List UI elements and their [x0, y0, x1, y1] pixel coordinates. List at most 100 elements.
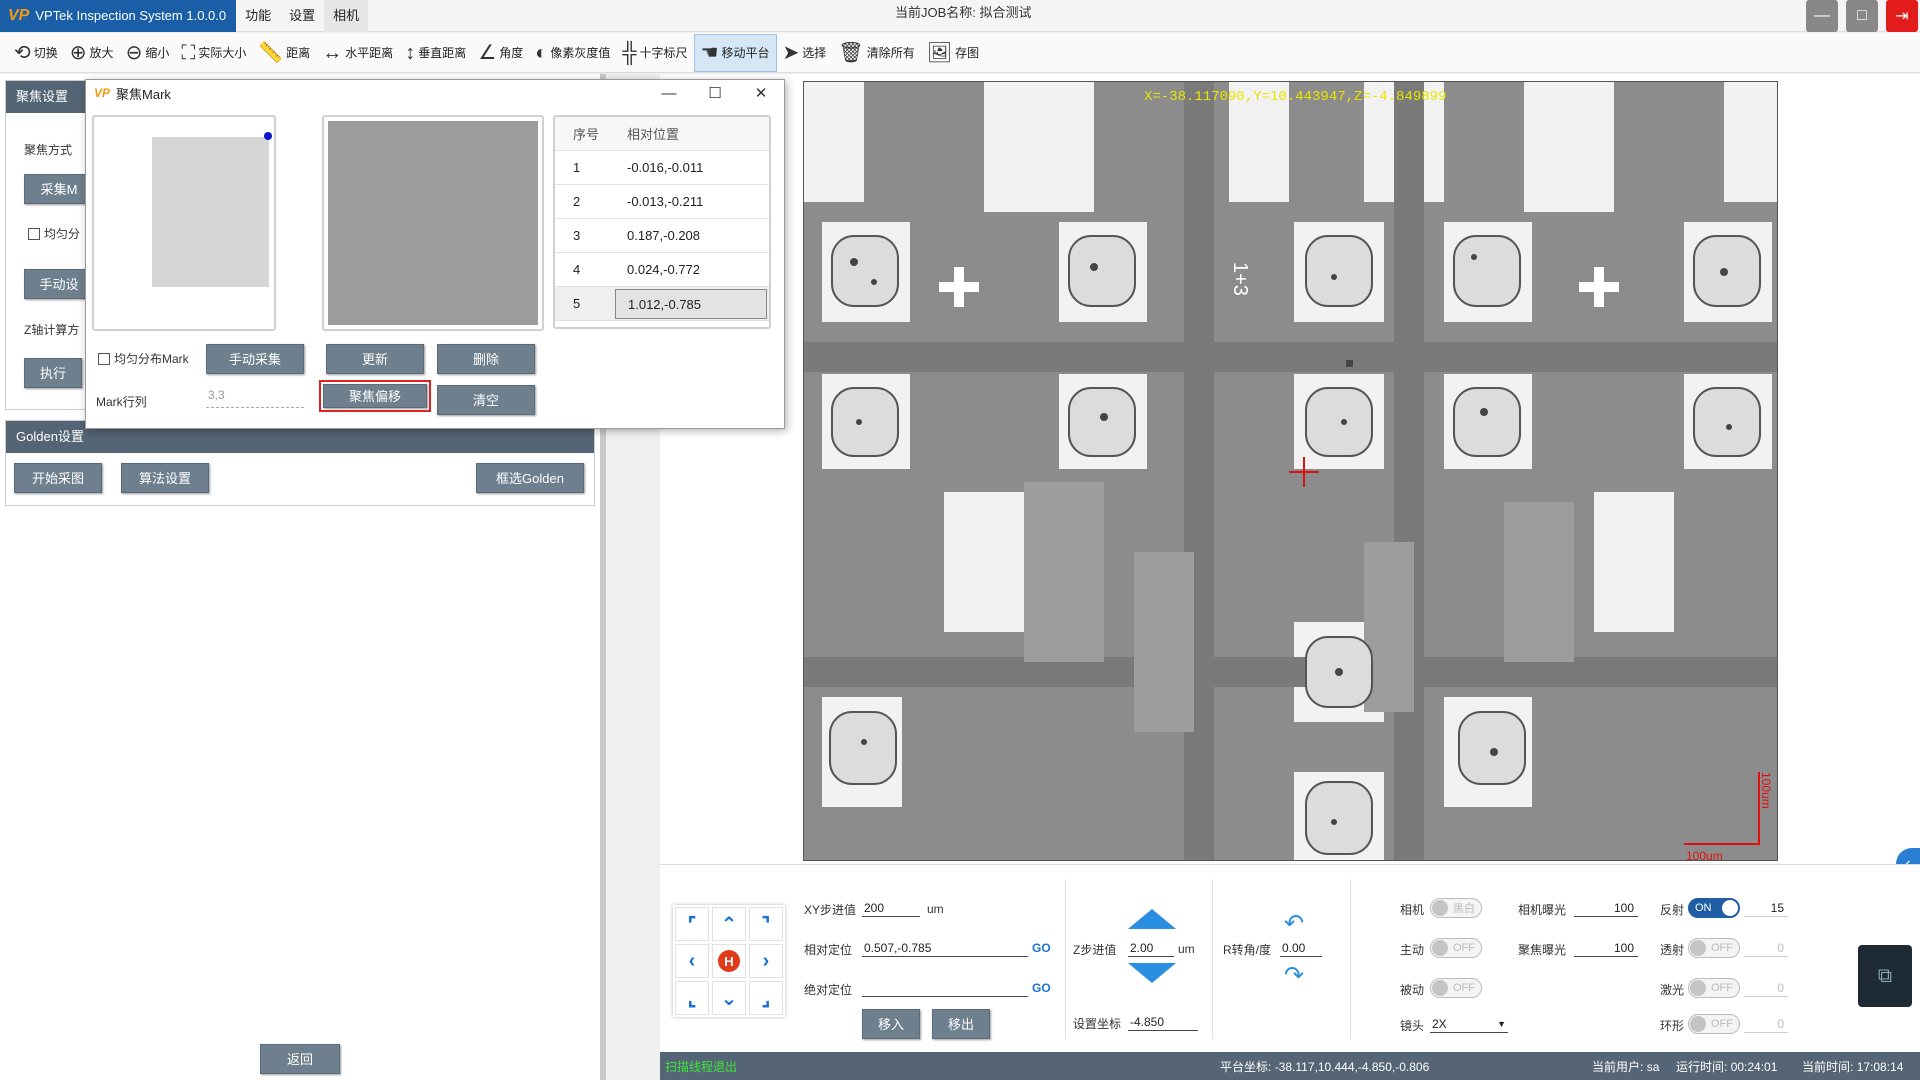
table-row[interactable]: 2 -0.013,-0.211 — [555, 185, 769, 219]
table-row[interactable]: 3 0.187,-0.208 — [555, 219, 769, 253]
collect-mark-button[interactable]: 采集M — [24, 174, 94, 204]
tool-angle-button[interactable]: ∠ 角度 — [472, 34, 529, 72]
relative-pos-input[interactable]: 0.507,-0.785 — [862, 939, 1028, 957]
jog-up-left-button[interactable]: ⌜ — [675, 907, 709, 941]
jog-up-button[interactable]: ⌃ — [712, 907, 746, 941]
zoom-out-icon: ⊖ — [125, 41, 143, 64]
manual-set-button[interactable]: 手动设 — [24, 269, 94, 299]
move-out-button[interactable]: 移出 — [932, 1009, 990, 1039]
ring-toggle[interactable]: OFF — [1688, 1014, 1740, 1034]
lens-select[interactable]: 2X ▼ — [1430, 1015, 1508, 1033]
laser-input[interactable]: 0 — [1744, 979, 1788, 997]
relative-pos-label: 相对定位 — [804, 943, 853, 957]
cam-exposure-input[interactable]: 100 — [1574, 899, 1638, 917]
move-in-button[interactable]: 移入 — [862, 1009, 920, 1039]
back-button[interactable]: 返回 — [260, 1044, 340, 1074]
transmit-input[interactable]: 0 — [1744, 939, 1788, 957]
jog-down-left-button[interactable]: ⌞ — [675, 981, 709, 1015]
even-mark-checkbox[interactable]: 均匀分布Mark — [98, 350, 189, 367]
xy-step-input[interactable]: 200 — [862, 899, 920, 917]
tool-ruler-button[interactable]: 📏 距离 — [252, 34, 316, 72]
toolbar: ⟲ 切换 ⊕ 放大 ⊖ 缩小 ⛶ 实际大小 📏 距离 ↔ 水平距离 ↕ 垂直距离 ∠ 角度 ◐ 像素灰度值 ╬ 十字标… — [0, 33, 1920, 73]
algorithm-settings-button[interactable]: 算法设置 — [121, 463, 209, 493]
tool-zoom-out-button[interactable]: ⊖ 缩小 — [120, 34, 176, 72]
r-angle-input[interactable]: 0.00 — [1280, 939, 1322, 957]
manual-collect-button[interactable]: 手动采集 — [206, 344, 304, 374]
camera-toggle[interactable]: 黑白 — [1430, 898, 1482, 918]
minimize-button[interactable]: — — [1806, 0, 1838, 32]
current-time: 当前时间: 17:08:14 — [1802, 1058, 1903, 1075]
menu-camera[interactable]: 相机 — [324, 0, 369, 32]
delete-button[interactable]: 删除 — [437, 344, 535, 374]
tool-fit-size-button[interactable]: ⛶ 实际大小 — [175, 34, 252, 72]
current-user: 当前用户: sa — [1592, 1058, 1659, 1075]
table-row[interactable]: 5 1.012,-0.785 — [555, 287, 769, 321]
active-toggle[interactable]: OFF — [1430, 938, 1482, 958]
reflect-input[interactable]: 15 — [1744, 899, 1788, 917]
rotate-ccw-icon[interactable]: ↶ — [1284, 909, 1304, 938]
update-button[interactable]: 更新 — [326, 344, 424, 374]
tool-gray-value-button[interactable]: ◐ 像素灰度值 — [529, 34, 616, 72]
dialog-maximize-button[interactable]: ☐ — [692, 80, 738, 106]
save-image-icon: 🖼 — [926, 41, 953, 64]
z-down-button[interactable] — [1128, 963, 1176, 983]
tool-trash-button[interactable]: 🗑 清除所有 — [832, 34, 920, 72]
transmit-toggle[interactable]: OFF — [1688, 938, 1740, 958]
jog-right-button[interactable]: › — [749, 944, 783, 978]
row-position: -0.013,-0.211 — [627, 194, 704, 209]
floating-widget-icon[interactable]: ⧉ — [1858, 945, 1912, 1007]
row-index: 3 — [573, 228, 581, 243]
jog-down-right-button[interactable]: ⌟ — [749, 981, 783, 1015]
tool-horizontal-distance-button[interactable]: ↔ 水平距离 — [316, 34, 399, 72]
tool-zoom-in-button[interactable]: ⊕ 放大 — [64, 34, 120, 72]
control-panel: ⌜ ⌃ ⌝ ‹ H › ⌞ ⌄ ⌟ XY步进值 200 um 相对定位 0.50… — [660, 864, 1920, 1052]
menu-settings[interactable]: 设置 — [280, 0, 324, 32]
z-up-button[interactable] — [1128, 909, 1176, 929]
exit-button[interactable]: ⇥ — [1886, 0, 1918, 32]
start-capture-button[interactable]: 开始采图 — [14, 463, 102, 493]
app-title: VP VPTek Inspection System 1.0.0.0 — [0, 0, 237, 32]
reflect-label: 反射 — [1660, 903, 1685, 917]
tool-hand-button[interactable]: ☚ 移动平台 — [693, 33, 777, 72]
tool-pointer-button[interactable]: ➤ 选择 — [777, 34, 833, 72]
focus-offset-button[interactable]: 聚焦偏移 — [323, 384, 427, 408]
absolute-pos-input[interactable] — [862, 979, 1028, 997]
vp-logo: VP — [8, 6, 30, 24]
row-index: 1 — [573, 160, 581, 175]
jog-left-button[interactable]: ‹ — [675, 944, 709, 978]
tool-label: 放大 — [89, 46, 114, 60]
inspection-image[interactable]: 1+3 100um 100um X=-38.117090,Y=10.443947… — [803, 81, 1778, 861]
ring-input[interactable]: 0 — [1744, 1015, 1788, 1033]
table-row[interactable]: 4 0.024,-0.772 — [555, 253, 769, 287]
tool-vertical-distance-button[interactable]: ↕ 垂直距离 — [399, 34, 472, 72]
jog-up-right-button[interactable]: ⌝ — [749, 907, 783, 941]
clear-button[interactable]: 清空 — [437, 385, 535, 415]
tool-save-image-button[interactable]: 🖼 存图 — [921, 34, 985, 72]
jog-down-button[interactable]: ⌄ — [712, 981, 746, 1015]
checkbox-icon[interactable] — [98, 352, 110, 365]
z-step-input[interactable]: 2.00 — [1128, 939, 1174, 957]
set-coord-input[interactable]: -4.850 — [1128, 1013, 1198, 1031]
dialog-close-button[interactable]: ✕ — [738, 80, 784, 106]
laser-toggle[interactable]: OFF — [1688, 978, 1740, 998]
menu-function[interactable]: 功能 — [236, 0, 280, 32]
mark-layout-preview — [92, 115, 276, 331]
home-button[interactable]: H — [712, 944, 746, 978]
checkbox-icon[interactable] — [28, 227, 40, 240]
relative-go-button[interactable]: GO — [1032, 941, 1051, 955]
select-golden-button[interactable]: 框选Golden — [476, 463, 584, 493]
user-value: sa — [1646, 1059, 1660, 1074]
maximize-button[interactable]: □ — [1846, 0, 1878, 32]
execute-button[interactable]: 执行 — [24, 358, 82, 388]
reflect-toggle[interactable]: ON — [1688, 898, 1740, 918]
rotate-cw-icon[interactable]: ↷ — [1284, 961, 1304, 990]
mark-rowcol-input[interactable]: 3,3 — [206, 388, 304, 408]
tool-switch-button[interactable]: ⟲ 切换 — [8, 34, 64, 72]
absolute-go-button[interactable]: GO — [1032, 981, 1051, 995]
focus-exposure-input[interactable]: 100 — [1574, 939, 1638, 957]
even-dist-checkbox[interactable]: 均匀分 — [28, 225, 80, 242]
table-row[interactable]: 1 -0.016,-0.011 — [555, 151, 769, 185]
tool-crosshair-ruler-button[interactable]: ╬ 十字标尺 — [616, 34, 693, 72]
passive-toggle[interactable]: OFF — [1430, 978, 1482, 998]
dialog-minimize-button[interactable]: — — [646, 80, 692, 106]
